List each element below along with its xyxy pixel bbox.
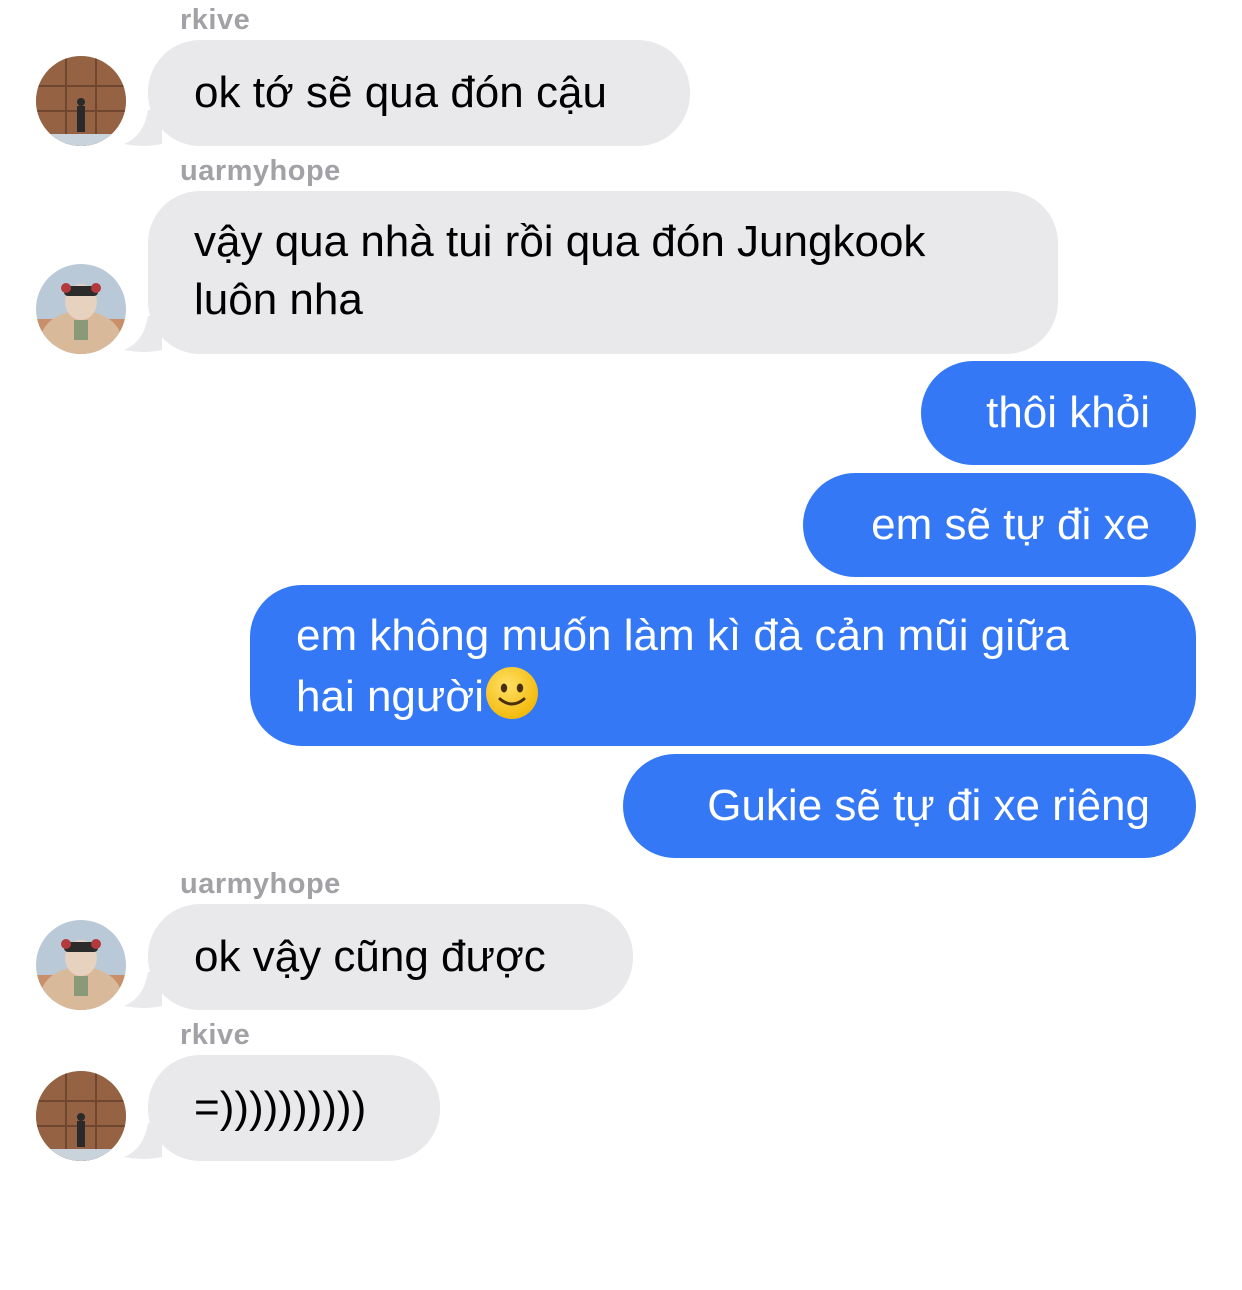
message-bubble-outgoing[interactable]: em không muốn làm kì đà cản mũi giữa hai… xyxy=(250,585,1196,746)
message-text-line-with-emoji: hai người xyxy=(296,665,1150,736)
message-bubble-incoming[interactable]: =)))))))))) xyxy=(148,1055,440,1161)
sender-name: rkive xyxy=(180,4,251,36)
message-text: =)))))))))) xyxy=(194,1083,367,1132)
bubble-tail xyxy=(124,1123,162,1159)
message-text: ok tớ sẽ qua đón cậu xyxy=(194,68,607,117)
avatar-uarmyhope[interactable] xyxy=(36,264,126,354)
message-bubble-outgoing[interactable]: em sẽ tự đi xe xyxy=(803,473,1196,577)
message-bubble-outgoing[interactable]: Gukie sẽ tự đi xe riêng xyxy=(623,754,1196,858)
message-bubble-incoming[interactable]: vậy qua nhà tui rồi qua đón Jungkook luô… xyxy=(148,191,1058,354)
bubble-tail xyxy=(124,316,162,352)
message-text: thôi khỏi xyxy=(986,388,1150,437)
sender-name: uarmyhope xyxy=(180,868,341,900)
avatar-rkive[interactable] xyxy=(36,56,126,146)
bubble-tail xyxy=(124,110,162,146)
bubble-tail xyxy=(124,972,162,1008)
message-text-line: luôn nha xyxy=(194,275,363,324)
sender-name: rkive xyxy=(180,1019,251,1051)
message-text: Gukie sẽ tự đi xe riêng xyxy=(707,781,1150,830)
message-text-line: hai người xyxy=(296,672,484,721)
message-text-line: em không muốn làm kì đà cản mũi giữa xyxy=(296,611,1069,660)
avatar-rkive[interactable] xyxy=(36,1071,126,1161)
slightly-smiling-face-icon xyxy=(484,665,540,736)
message-text: ok vậy cũng được xyxy=(194,932,546,981)
message-bubble-incoming[interactable]: ok vậy cũng được xyxy=(148,904,633,1010)
message-text-line: vậy qua nhà tui rồi qua đón Jungkook xyxy=(194,217,926,266)
avatar-uarmyhope[interactable] xyxy=(36,920,126,1010)
message-bubble-incoming[interactable]: ok tớ sẽ qua đón cậu xyxy=(148,40,690,146)
message-text: em sẽ tự đi xe xyxy=(871,500,1150,549)
message-bubble-outgoing[interactable]: thôi khỏi xyxy=(921,361,1196,465)
sender-name: uarmyhope xyxy=(180,155,341,187)
